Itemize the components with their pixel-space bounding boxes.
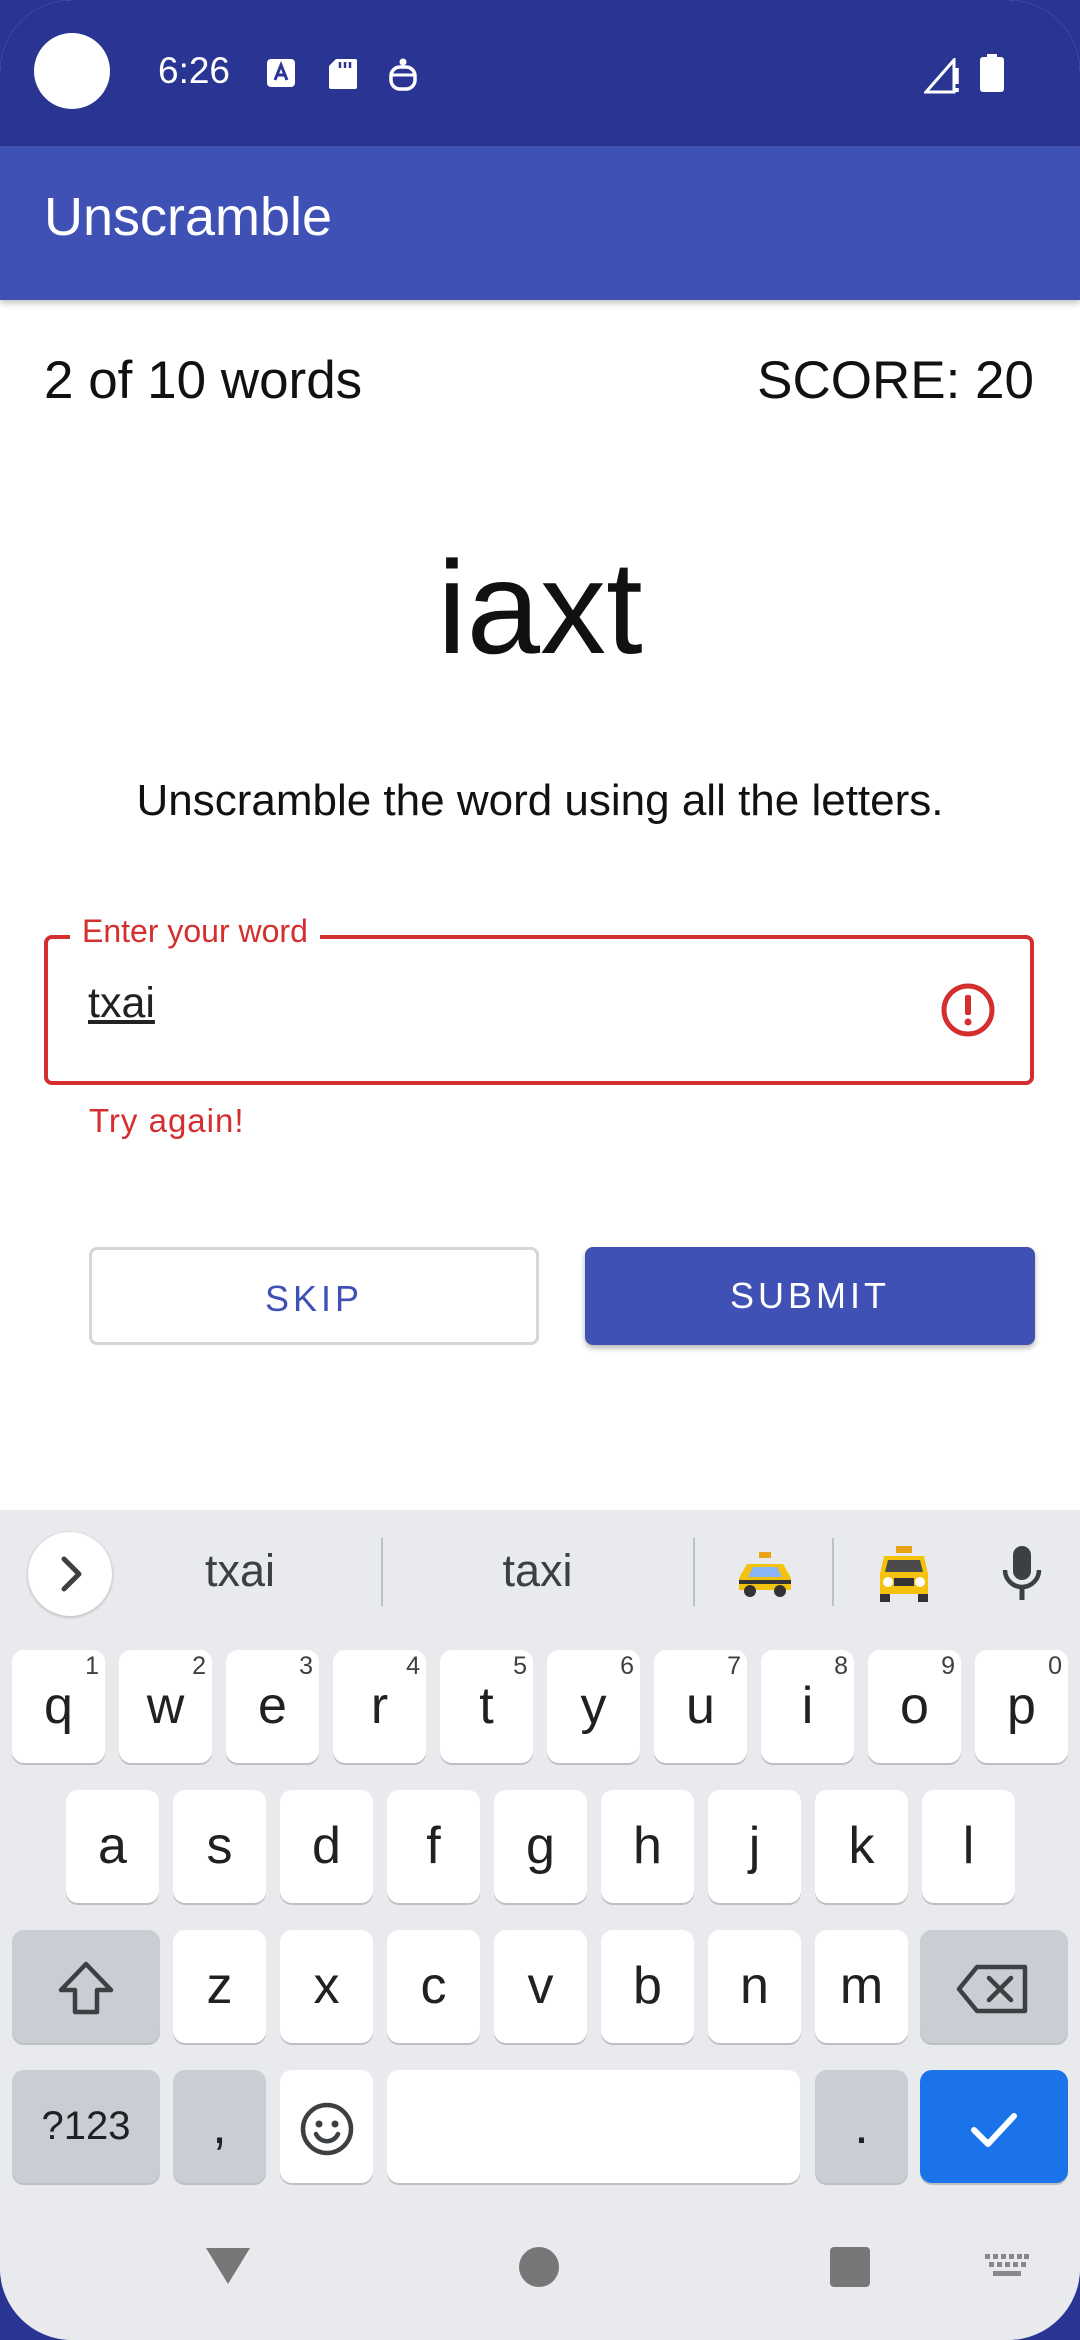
suggestion-divider: [832, 1538, 834, 1606]
word-input[interactable]: [88, 979, 948, 1028]
expand-suggestions-button[interactable]: [28, 1532, 112, 1616]
word-count: 2 of 10 words: [44, 351, 363, 410]
key-n[interactable]: n: [708, 1930, 801, 2043]
shift-key[interactable]: [12, 1930, 160, 2043]
smiley-icon: [300, 2103, 353, 2156]
error-icon: [941, 983, 995, 1037]
scrambled-word: iaxt: [437, 534, 643, 681]
period-key[interactable]: .: [815, 2070, 908, 2183]
key-b[interactable]: b: [601, 1930, 694, 2043]
oncoming-taxi-emoji-icon[interactable]: [872, 1540, 936, 1604]
backspace-key[interactable]: [920, 1930, 1068, 2043]
key-u[interactable]: u7: [654, 1650, 747, 1763]
backspace-icon: [956, 1965, 1028, 2014]
key-w[interactable]: w2: [119, 1650, 212, 1763]
key-y[interactable]: y6: [547, 1650, 640, 1763]
word-input-field[interactable]: Enter your word: [44, 913, 1034, 1085]
key-h[interactable]: h: [601, 1790, 694, 1903]
status-bar: 6:26: [0, 0, 1080, 146]
key-l[interactable]: l: [922, 1790, 1015, 1903]
enter-key[interactable]: [920, 2070, 1068, 2183]
key-v[interactable]: v: [494, 1930, 587, 2043]
app-bar: Unscramble: [0, 146, 1080, 300]
skip-button[interactable]: SKIP: [89, 1247, 539, 1345]
a-notification-icon: [267, 59, 295, 87]
battery-icon: [980, 54, 1004, 92]
key-x[interactable]: x: [280, 1930, 373, 2043]
key-o[interactable]: o9: [868, 1650, 961, 1763]
signal-icon: [924, 58, 959, 94]
checkmark-icon: [971, 2113, 1017, 2148]
key-g[interactable]: g: [494, 1790, 587, 1903]
keyboard-switcher-icon[interactable]: [985, 2254, 1029, 2280]
microphone-icon[interactable]: [1000, 1544, 1044, 1604]
accessibility-icon: [389, 58, 417, 91]
chevron-right-icon: [61, 1556, 82, 1592]
score-label: SCORE: 20: [757, 351, 1034, 410]
recents-square-icon[interactable]: [829, 2246, 871, 2288]
key-r[interactable]: r4: [333, 1650, 426, 1763]
space-key[interactable]: [387, 2070, 800, 2183]
error-helper-text: Try again!: [89, 1102, 245, 1139]
submit-button[interactable]: SUBMIT: [585, 1247, 1035, 1345]
back-triangle-icon[interactable]: [204, 2246, 252, 2286]
home-circle-icon[interactable]: [518, 2246, 560, 2288]
key-t[interactable]: t5: [440, 1650, 533, 1763]
navigation-bar: [0, 2194, 1080, 2340]
word-input-label: Enter your word: [70, 913, 320, 950]
screen: 6:26 Unscramble 2 of 10 words SCORE: 20 …: [0, 0, 1080, 2340]
key-j[interactable]: j: [708, 1790, 801, 1903]
shift-icon: [58, 1962, 114, 2015]
key-s[interactable]: s: [173, 1790, 266, 1903]
camera-cutout: [34, 33, 110, 109]
key-d[interactable]: d: [280, 1790, 373, 1903]
key-p[interactable]: p0: [975, 1650, 1068, 1763]
key-q[interactable]: q1: [12, 1650, 105, 1763]
suggestion-divider: [693, 1538, 695, 1606]
suggestion-2[interactable]: taxi: [410, 1545, 665, 1597]
suggestion-divider: [381, 1538, 383, 1606]
key-i[interactable]: i8: [761, 1650, 854, 1763]
key-e[interactable]: e3: [226, 1650, 319, 1763]
suggestion-1[interactable]: txai: [140, 1545, 340, 1597]
status-time: 6:26: [158, 50, 231, 91]
key-c[interactable]: c: [387, 1930, 480, 2043]
key-z[interactable]: z: [173, 1930, 266, 2043]
comma-key[interactable]: ,: [173, 2070, 266, 2183]
key-a[interactable]: a: [66, 1790, 159, 1903]
symbols-key[interactable]: ?123: [12, 2070, 160, 2183]
key-f[interactable]: f: [387, 1790, 480, 1903]
key-k[interactable]: k: [815, 1790, 908, 1903]
taxi-emoji-icon[interactable]: [733, 1540, 797, 1604]
app-title: Unscramble: [44, 187, 333, 247]
emoji-key[interactable]: [280, 2070, 373, 2183]
key-m[interactable]: m: [815, 1930, 908, 2043]
sd-card-icon: [329, 59, 357, 89]
instructions-text: Unscramble the word using all the letter…: [136, 776, 944, 825]
